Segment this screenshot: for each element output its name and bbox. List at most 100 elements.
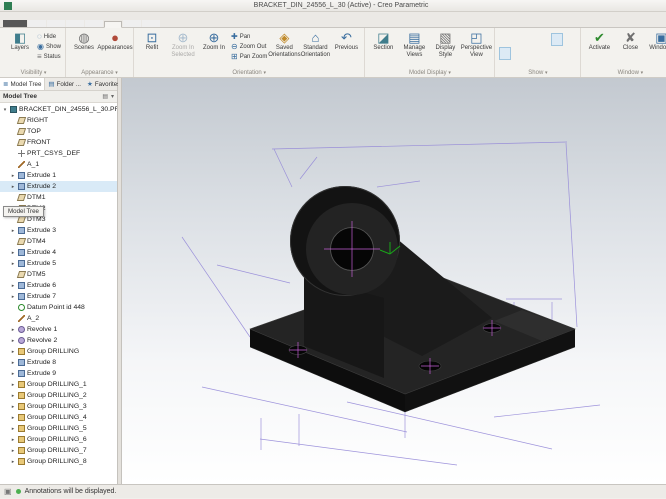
tree-item[interactable]: ▸ Extrude 1 [0, 170, 117, 181]
expand-arrow-icon[interactable]: ▸ [10, 459, 16, 465]
expand-arrow-icon[interactable]: ▾ [2, 107, 8, 113]
tab-analysis[interactable] [47, 20, 65, 27]
expand-arrow-icon[interactable]: ▸ [10, 327, 16, 333]
tree-item[interactable]: ▸ Extrude 3 [0, 225, 117, 236]
manage-views-button[interactable]: ▤ Manage Views [400, 30, 428, 58]
tab-partsolutions[interactable] [142, 20, 160, 27]
show-surface-finish-toggle[interactable] [525, 47, 537, 60]
tab-view[interactable] [104, 21, 122, 28]
expand-arrow-icon[interactable]: ▸ [10, 393, 16, 399]
show-notes-toggle[interactable] [564, 33, 576, 46]
tree-item[interactable]: Datum Point id 448 [0, 302, 117, 313]
tree-item[interactable]: ▸ Extrude 9 [0, 368, 117, 379]
display-style-button[interactable] [579, 82, 594, 96]
tree-item[interactable]: RIGHT [0, 115, 117, 126]
expand-arrow-icon[interactable]: ▸ [10, 426, 16, 432]
tab-applications[interactable] [123, 20, 141, 27]
zoom-in-selected-button[interactable]: ⊕ Zoom In Selected [169, 30, 197, 58]
tree-item[interactable]: A_2 [0, 313, 117, 324]
tab-model[interactable] [28, 20, 46, 27]
tree-item[interactable]: TOP [0, 126, 117, 137]
tree-item[interactable]: ▸ Extrude 7 [0, 291, 117, 302]
tree-columns-button[interactable]: ▤ [102, 93, 108, 100]
show-csys-toggle[interactable] [525, 33, 537, 46]
standard-orientation-button[interactable]: ⌂ Standard Orientation [301, 30, 329, 58]
tree-item[interactable]: DTM1 [0, 192, 117, 203]
tree-item[interactable]: PRT_CSYS_DEF [0, 148, 117, 159]
tree-item[interactable]: FRONT [0, 137, 117, 148]
tab-model-tree[interactable]: ≣ Model Tree [0, 78, 45, 90]
tree-item[interactable]: ▸ Extrude 5 [0, 258, 117, 269]
expand-arrow-icon[interactable]: ▸ [10, 437, 16, 443]
message-log-icon[interactable]: ▣ [4, 487, 12, 496]
zoom-out-button[interactable] [547, 82, 562, 96]
expand-arrow-icon[interactable]: ▸ [10, 294, 16, 300]
datum-display-button[interactable] [595, 82, 610, 96]
previous-button[interactable]: ↶ Previous [332, 30, 360, 52]
tree-item[interactable]: ▾ BRACKET_DIN_24556_L_30.PRT [0, 104, 117, 115]
pan-zoom-button[interactable]: ⊞ Pan Zoom [231, 53, 267, 61]
visibility-group-label[interactable]: Visibility ▾ [2, 70, 65, 76]
saved-orientations-button[interactable]: ◈ Saved Orientations [270, 30, 298, 58]
expand-arrow-icon[interactable]: ▸ [10, 283, 16, 289]
zoom-in-button[interactable]: ⊕ Zoom In [200, 30, 228, 52]
tree-item[interactable]: ▸ Group DRILLING_8 [0, 456, 117, 467]
settings-button[interactable] [643, 82, 658, 96]
section-button[interactable]: ◪ Section [369, 30, 397, 52]
tree-item[interactable]: ▸ Revolve 2 [0, 335, 117, 346]
view-manager-button[interactable] [627, 82, 642, 96]
refit-button[interactable] [515, 82, 530, 96]
status-button[interactable]: ≡ Status [37, 53, 61, 61]
tree-item[interactable]: ▸ Group DRILLING_3 [0, 401, 117, 412]
show-tolerances-toggle[interactable] [564, 47, 576, 60]
expand-arrow-icon[interactable]: ▸ [10, 261, 16, 267]
show-symbols-toggle[interactable] [512, 47, 524, 60]
tab-tools[interactable] [85, 20, 103, 27]
appearance-group-label[interactable]: Appearance ▾ [66, 70, 133, 76]
expand-arrow-icon[interactable]: ▸ [10, 415, 16, 421]
tree-item[interactable]: ▸ Extrude 2 [0, 181, 117, 192]
tree-item[interactable]: ▸ Group DRILLING_6 [0, 434, 117, 445]
expand-arrow-icon[interactable]: ▸ [10, 228, 16, 234]
model-display-group-label[interactable]: Model Display ▾ [365, 70, 494, 76]
tab-folder-browser[interactable]: ▤ Folder ... [45, 78, 84, 90]
refit-button[interactable]: ⊡ Refit [138, 30, 166, 52]
expand-arrow-icon[interactable]: ▸ [10, 404, 16, 410]
appearances-button[interactable]: ● Appearances [101, 30, 129, 52]
hide-button[interactable]: ◌ Hide [37, 33, 61, 41]
expand-arrow-icon[interactable]: ▸ [10, 360, 16, 366]
show-points-toggle[interactable] [512, 33, 524, 46]
scenes-button[interactable]: ◍ Scenes [70, 30, 98, 52]
show-group-label[interactable]: Show ▾ [495, 70, 580, 76]
show-planes-toggle[interactable] [538, 33, 550, 46]
activate-button[interactable]: ✔ Activate [585, 30, 613, 52]
tree-item[interactable]: ▸ Extrude 4 [0, 247, 117, 258]
tree-item[interactable]: ▸ Group DRILLING_4 [0, 412, 117, 423]
pan-button[interactable]: ✚ Pan [231, 33, 267, 41]
show-annotations-toggle[interactable] [551, 33, 563, 46]
display-style-button[interactable]: ▧ Display Style [431, 30, 459, 58]
show-spin-center-toggle[interactable] [551, 47, 563, 60]
layers-button[interactable]: ◧ Layers [6, 30, 34, 52]
expand-arrow-icon[interactable]: ▸ [10, 382, 16, 388]
annotation-display-button[interactable] [611, 82, 626, 96]
show-dims-toggle[interactable] [499, 47, 511, 60]
tree-item[interactable]: ▸ Group DRILLING_2 [0, 390, 117, 401]
show-axes-toggle[interactable] [499, 33, 511, 46]
tree-item[interactable]: ▸ Extrude 8 [0, 357, 117, 368]
orientation-group-label[interactable]: Orientation ▾ [134, 70, 364, 76]
expand-arrow-icon[interactable]: ▸ [10, 338, 16, 344]
tab-annotate[interactable] [66, 20, 84, 27]
expand-arrow-icon[interactable]: ▸ [10, 448, 16, 454]
tree-item[interactable]: DTM4 [0, 236, 117, 247]
show-datum-targets-toggle[interactable] [538, 47, 550, 60]
expand-arrow-icon[interactable]: ▸ [10, 173, 16, 179]
windows-button[interactable]: ▣ Windows [647, 30, 666, 52]
zoom-out-button[interactable]: ⊖ Zoom Out [231, 43, 267, 51]
perspective-view-button[interactable]: ◰ Perspective View [462, 30, 490, 58]
window-group-label[interactable]: Window ▾ [581, 70, 666, 76]
close-window-button[interactable]: ✘ Close [616, 30, 644, 52]
show-button[interactable]: ◉ Show [37, 43, 61, 51]
tree-item[interactable]: DTM5 [0, 269, 117, 280]
tree-item[interactable]: ▸ Revolve 1 [0, 324, 117, 335]
